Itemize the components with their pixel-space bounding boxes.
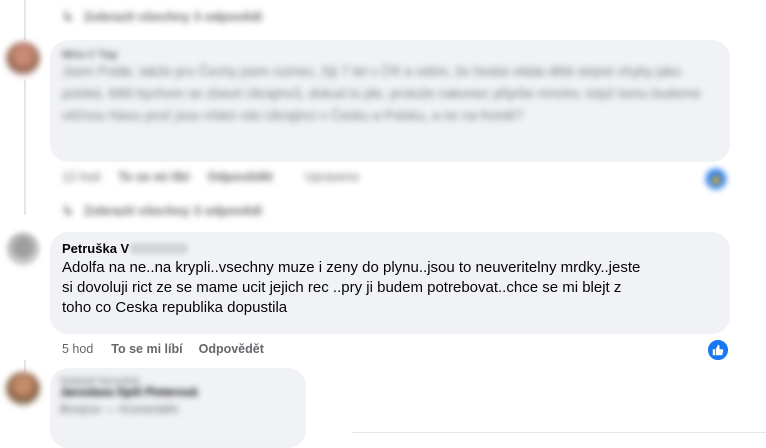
- like-reaction-icon[interactable]: 👍: [704, 167, 728, 191]
- thumbs-up-icon: [712, 344, 724, 356]
- comment-bubble: Petruška V Adolfa na ne..na krypli..vsec…: [50, 232, 730, 334]
- comment-text-line: si dovoluji rict ze se mame ucit jejich …: [62, 279, 622, 296]
- avatar[interactable]: [6, 372, 40, 406]
- comment-time[interactable]: 12 hod: [62, 170, 100, 184]
- comment-author[interactable]: Míra V Top: [62, 49, 718, 61]
- redacted-surname: [130, 243, 189, 254]
- like-button[interactable]: To se mi líbí: [118, 170, 189, 184]
- comment-text: Bonjour — Komentáře: [60, 402, 179, 416]
- thread-line: [24, 0, 26, 40]
- avatar[interactable]: [6, 42, 40, 76]
- comment-text: Jsem Polák, takže pro Čechy jsem cizinec…: [62, 64, 701, 123]
- reply-arrow-icon: ↳: [62, 8, 74, 24]
- reply-arrow-icon: ↳: [62, 202, 74, 218]
- like-button[interactable]: To se mi líbí: [111, 342, 182, 356]
- comment-actions: 5 hod To se mi líbí Odpovědět: [62, 342, 264, 356]
- comment-author[interactable]: Jaroslava Opiš Pinterová: [60, 387, 296, 399]
- comment-time[interactable]: 5 hod: [62, 342, 93, 356]
- thread-line: [24, 360, 26, 372]
- comment-actions: 12 hod To se mi líbí Odpovědět Upraveno: [62, 170, 359, 184]
- edited-label: Upraveno: [304, 170, 360, 184]
- top-fan-badge: Nejlepší fanoušek: [60, 376, 140, 387]
- comment-text: Adolfa na ne..na krypli..vsechny muze i …: [62, 258, 718, 318]
- see-more-replies-link[interactable]: ↳ Zobrazit všechny 3 odpovědi: [62, 202, 262, 219]
- reply-button[interactable]: Odpovědět: [208, 170, 273, 184]
- comment-text-line: toho co Ceska republika dopustila: [62, 299, 288, 316]
- see-more-replies-link[interactable]: ↳ Zobrazit všechny 3 odpovědi: [62, 8, 262, 25]
- like-reaction-icon[interactable]: [706, 338, 730, 362]
- comment-bubble: Míra V Top Jsem Polák, takže pro Čechy j…: [50, 40, 730, 162]
- comment-bubble: Nejlepší fanoušek Jaroslava Opiš Pintero…: [50, 368, 306, 448]
- comment-text-line: Adolfa na ne..na krypli..vsechny muze i …: [62, 259, 641, 276]
- avatar[interactable]: [6, 232, 40, 266]
- comment-author[interactable]: Petruška V: [62, 241, 129, 256]
- divider: [352, 432, 766, 433]
- reply-button[interactable]: Odpovědět: [199, 342, 264, 356]
- thread-line: [24, 80, 26, 215]
